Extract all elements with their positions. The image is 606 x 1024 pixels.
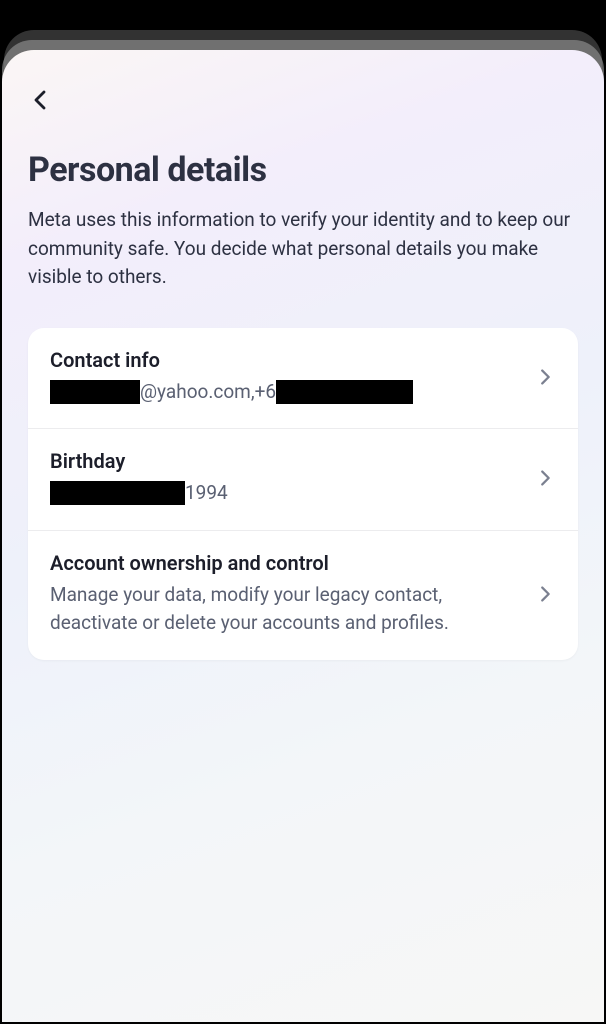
redacted-block [50, 380, 140, 404]
contact-email-suffix: @yahoo.com, [140, 378, 255, 407]
back-button[interactable] [20, 80, 60, 120]
settings-sheet: Personal details Meta uses this informat… [2, 50, 604, 1022]
contact-info-title: Contact info [50, 348, 520, 372]
chevron-right-icon [534, 583, 556, 605]
redacted-block [276, 380, 413, 404]
chevron-right-icon [534, 366, 556, 388]
birthday-row[interactable]: Birthday 1994 [28, 429, 578, 531]
page-title: Personal details [28, 150, 578, 190]
details-card: Contact info @yahoo.com, +6 Birthday 199… [28, 328, 578, 660]
contact-info-row[interactable]: Contact info @yahoo.com, +6 [28, 328, 578, 430]
birthday-value: 1994 [50, 479, 520, 508]
contact-phone-prefix: +6 [255, 378, 276, 407]
account-ownership-subtitle: Manage your data, modify your legacy con… [50, 581, 520, 638]
redacted-block [50, 481, 185, 505]
contact-info-value: @yahoo.com, +6 [50, 378, 520, 407]
chevron-left-icon [28, 88, 52, 112]
page-subtitle: Meta uses this information to verify you… [28, 206, 578, 292]
contact-info-content: Contact info @yahoo.com, +6 [50, 348, 520, 407]
chevron-right-icon [534, 467, 556, 489]
account-ownership-row[interactable]: Account ownership and control Manage you… [28, 531, 578, 660]
birthday-title: Birthday [50, 449, 520, 473]
account-ownership-content: Account ownership and control Manage you… [50, 551, 520, 638]
birthday-year: 1994 [185, 479, 228, 508]
birthday-content: Birthday 1994 [50, 449, 520, 508]
account-ownership-title: Account ownership and control [50, 551, 520, 575]
